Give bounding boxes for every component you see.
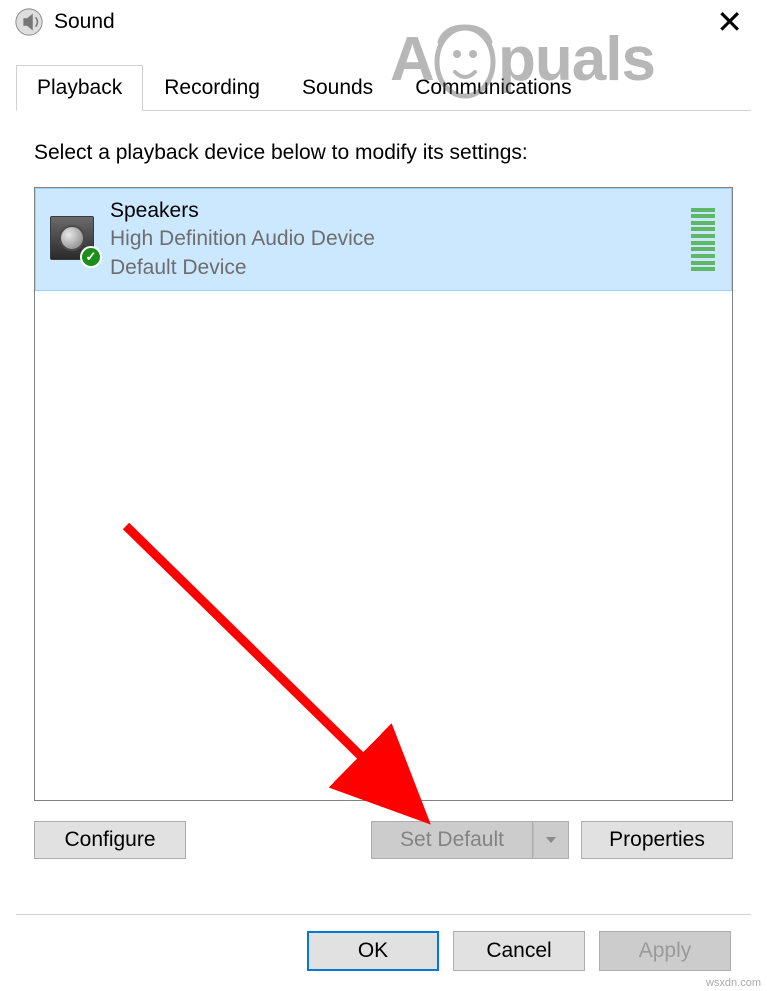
device-status: Default Device: [110, 254, 691, 282]
device-text: Speakers High Definition Audio Device De…: [110, 197, 691, 282]
window-title: Sound: [54, 10, 700, 34]
device-item-speakers[interactable]: ✓ Speakers High Definition Audio Device …: [35, 188, 732, 291]
set-default-button: Set Default: [371, 821, 533, 859]
tab-row: Playback Recording Sounds Communications: [16, 64, 751, 111]
tab-playback[interactable]: Playback: [16, 65, 143, 111]
properties-button[interactable]: Properties: [581, 821, 733, 859]
cancel-button[interactable]: Cancel: [453, 931, 585, 971]
content-area: Playback Recording Sounds Communications…: [0, 44, 767, 991]
tab-recording[interactable]: Recording: [143, 65, 281, 111]
sound-icon: [14, 7, 44, 37]
playback-device-list[interactable]: ✓ Speakers High Definition Audio Device …: [34, 187, 733, 801]
set-default-dropdown-icon: [533, 821, 569, 859]
sound-dialog: Sound ✕ Playback Recording Sounds Commun…: [0, 0, 767, 991]
device-button-row: Configure Set Default Properties: [34, 821, 733, 859]
tab-content-playback: Select a playback device below to modify…: [0, 111, 767, 914]
close-button[interactable]: ✕: [700, 6, 759, 38]
device-icon-wrap: ✓: [50, 216, 98, 264]
dialog-footer: OK Cancel Apply: [16, 914, 751, 991]
tab-communications[interactable]: Communications: [394, 65, 592, 111]
default-check-icon: ✓: [80, 246, 102, 268]
device-description: High Definition Audio Device: [110, 225, 691, 253]
ok-button[interactable]: OK: [307, 931, 439, 971]
configure-button[interactable]: Configure: [34, 821, 186, 859]
tab-sounds[interactable]: Sounds: [281, 65, 394, 111]
titlebar: Sound ✕: [0, 0, 767, 44]
apply-button: Apply: [599, 931, 731, 971]
volume-level-meter: [691, 208, 715, 272]
wsxdn-watermark: wsxdn.com: [706, 977, 761, 989]
device-name: Speakers: [110, 197, 691, 225]
instruction-text: Select a playback device below to modify…: [34, 141, 733, 165]
